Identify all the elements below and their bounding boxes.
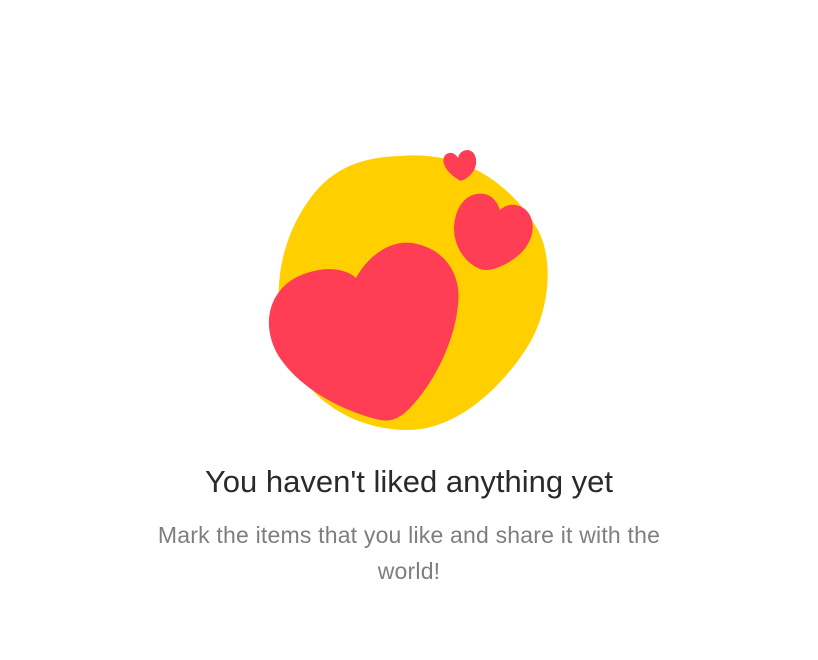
empty-likes-screen: You haven't liked anything yet Mark the … [0, 0, 818, 660]
empty-state-subtitle: Mark the items that you like and share i… [157, 522, 661, 584]
empty-state-title: You haven't liked anything yet [204, 464, 614, 499]
